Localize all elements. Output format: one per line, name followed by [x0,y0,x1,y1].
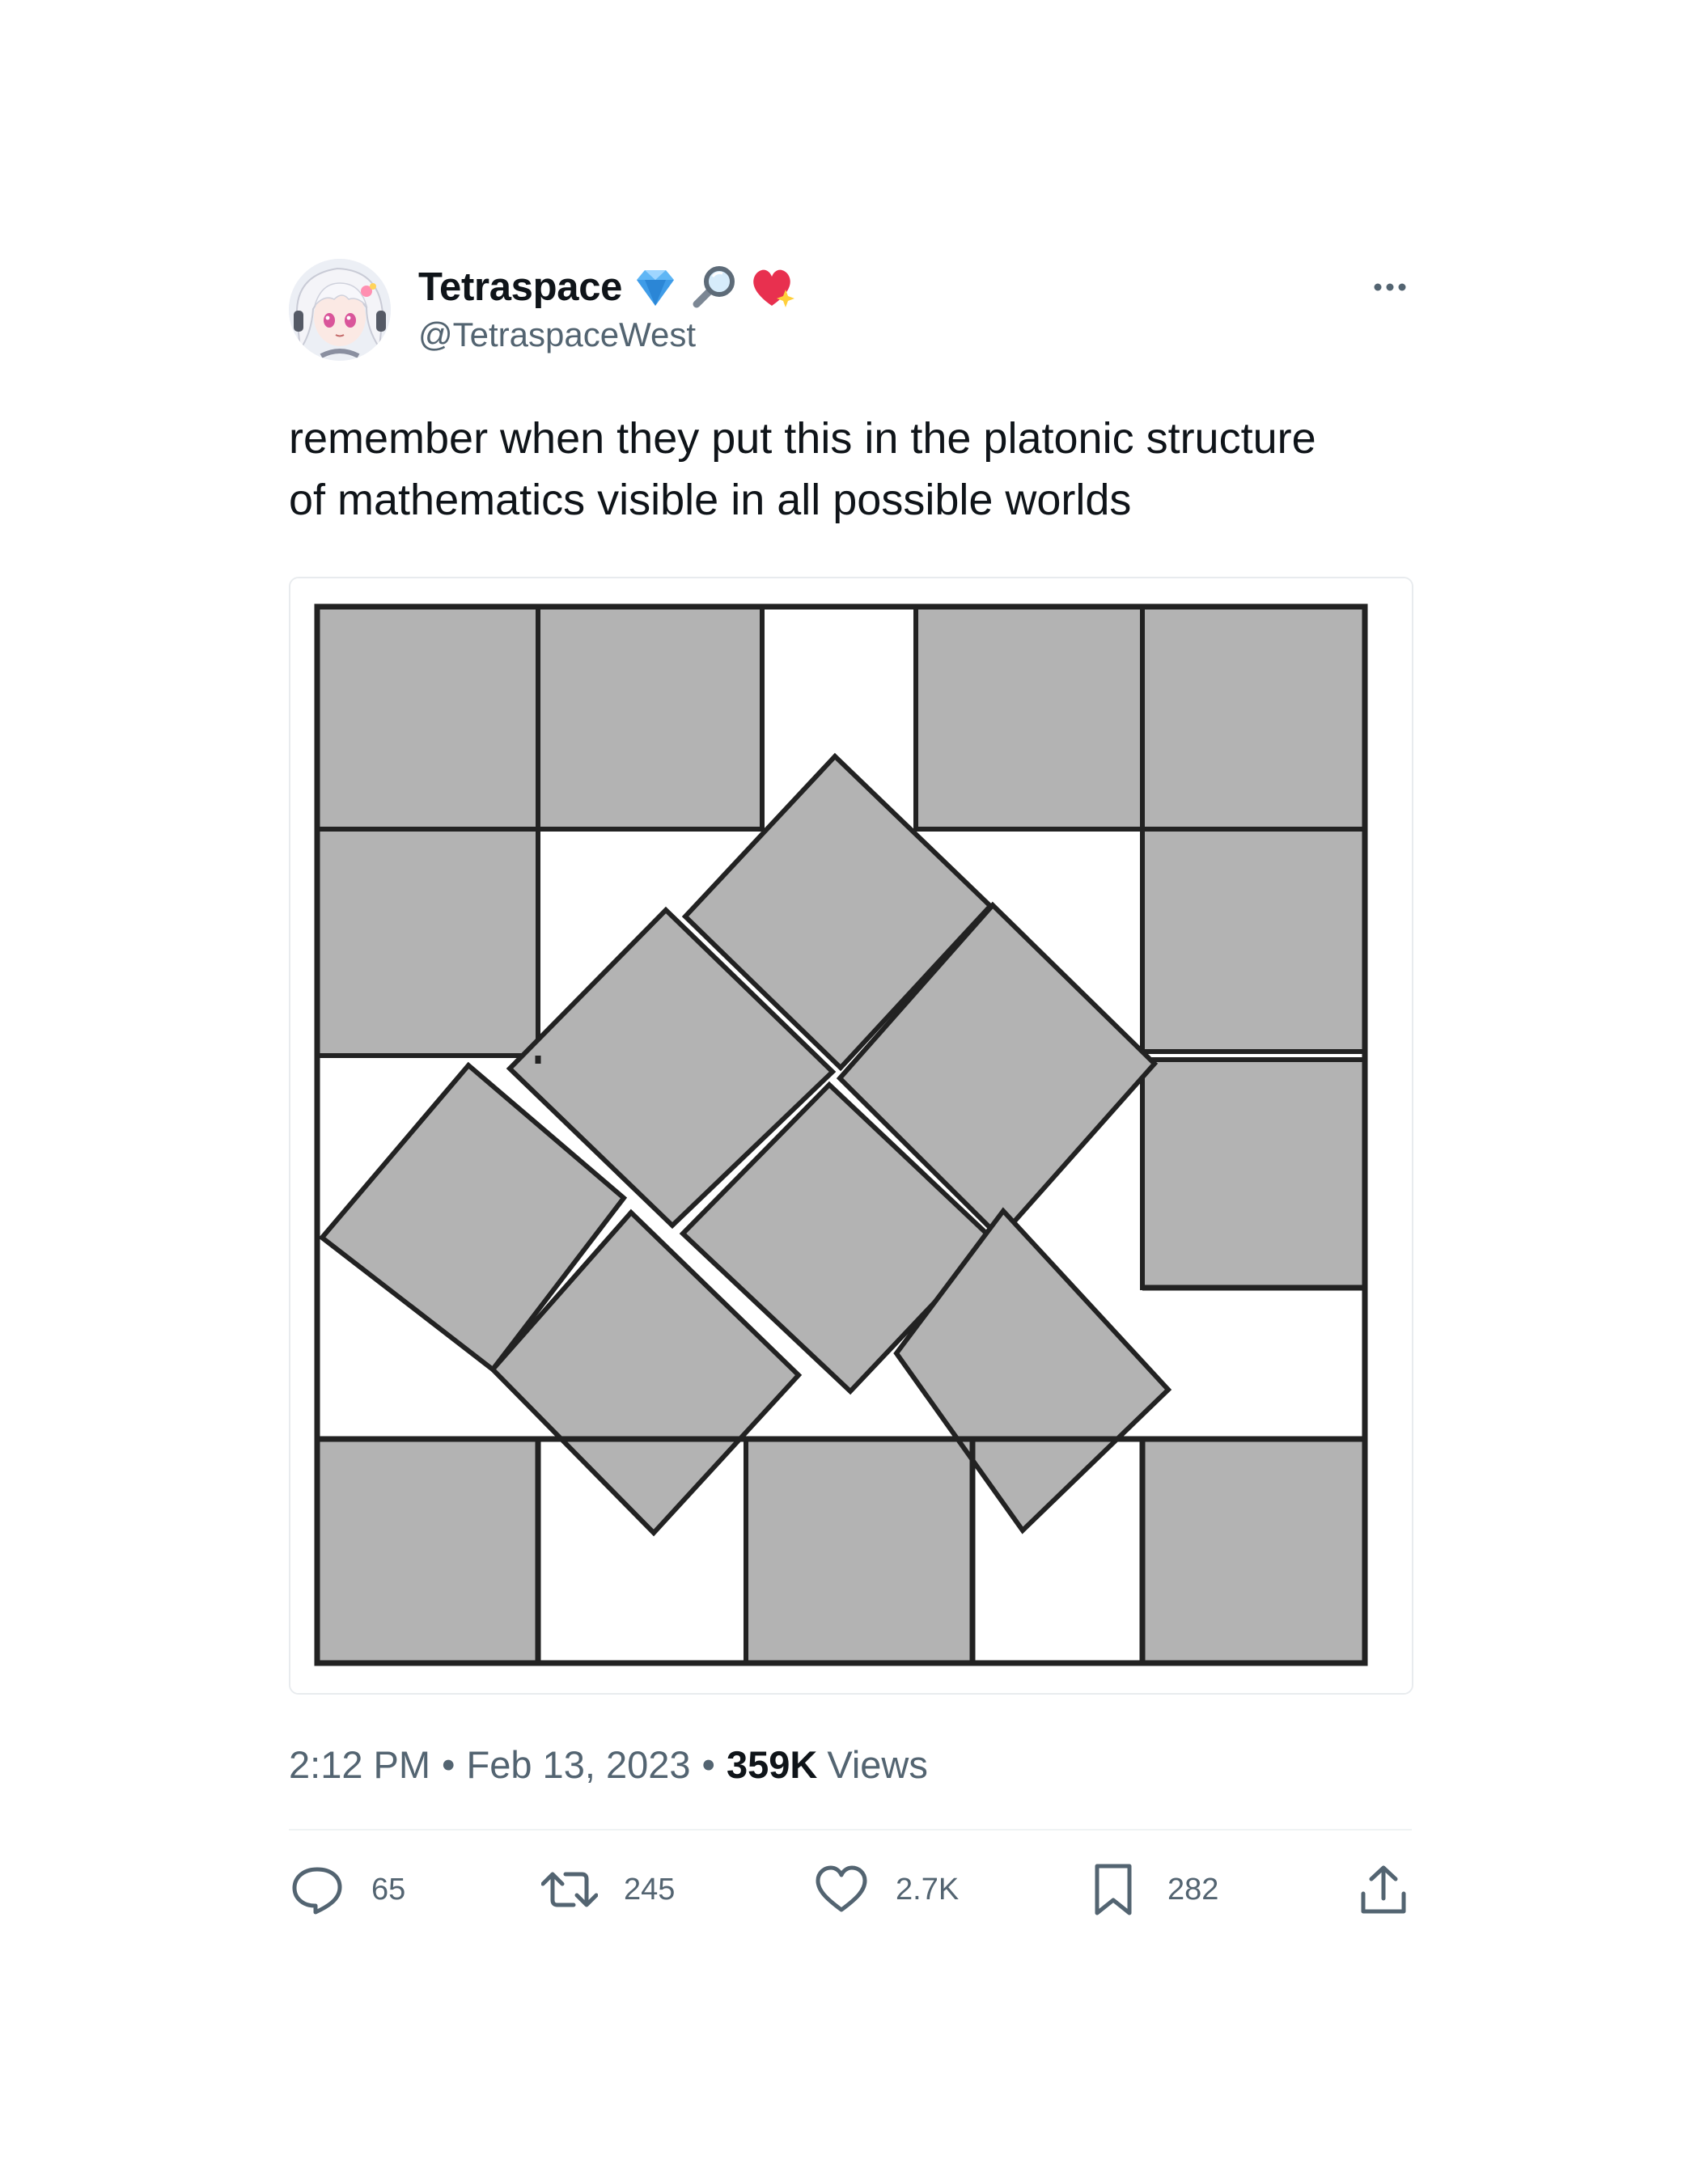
share-button[interactable] [1355,1861,1412,1918]
diamond-icon [630,262,680,312]
display-name[interactable]: Tetraspace [418,265,622,310]
reply-button[interactable]: 65 [289,1861,405,1918]
retweet-count: 245 [624,1872,676,1907]
avatar[interactable] [289,259,391,361]
reply-icon [292,1867,342,1915]
meta-separator: • [701,1742,715,1786]
retweet-icon [541,1872,598,1907]
like-button[interactable]: 2.7K [813,1861,959,1918]
author-names: Tetraspace @TetraspaceWest [418,262,797,354]
tweet-text: remember when they put this in the plato… [289,414,1316,524]
tweet-card: Tetraspace @TetraspaceWest remember when… [289,257,1413,1968]
tweet-time[interactable]: 2:12 PM [289,1742,430,1787]
sparkling-heart-icon [747,262,797,312]
more-dots-icon [1374,283,1406,291]
display-name-row: Tetraspace [418,262,797,312]
heart-icon [816,1865,867,1912]
tweet-image[interactable] [289,577,1413,1695]
meta-separator: • [442,1742,455,1786]
action-bar: 65 245 2.7K 282 [289,1831,1412,1968]
views-label: Views [827,1742,928,1786]
more-options-button[interactable] [1370,275,1410,299]
reply-count: 65 [371,1872,406,1907]
bookmark-count: 282 [1167,1872,1219,1907]
tweet-header: Tetraspace @TetraspaceWest [289,257,1412,362]
author-handle[interactable]: @TetraspaceWest [418,315,797,354]
anime-avatar-icon [289,259,391,361]
magnifying-glass-icon [688,262,739,312]
like-count: 2.7K [896,1872,960,1907]
tweet-meta: 2:12 PM • Feb 13, 2023 • 359K Views [289,1740,1412,1788]
share-icon [1361,1865,1406,1914]
tweet-date[interactable]: Feb 13, 2023 [467,1742,691,1787]
bookmark-button[interactable]: 282 [1085,1861,1218,1918]
retweet-button[interactable]: 245 [541,1861,675,1918]
bookmark-icon [1095,1864,1132,1915]
views-count: 359K [726,1742,818,1786]
square-packing-image [290,578,1412,1693]
